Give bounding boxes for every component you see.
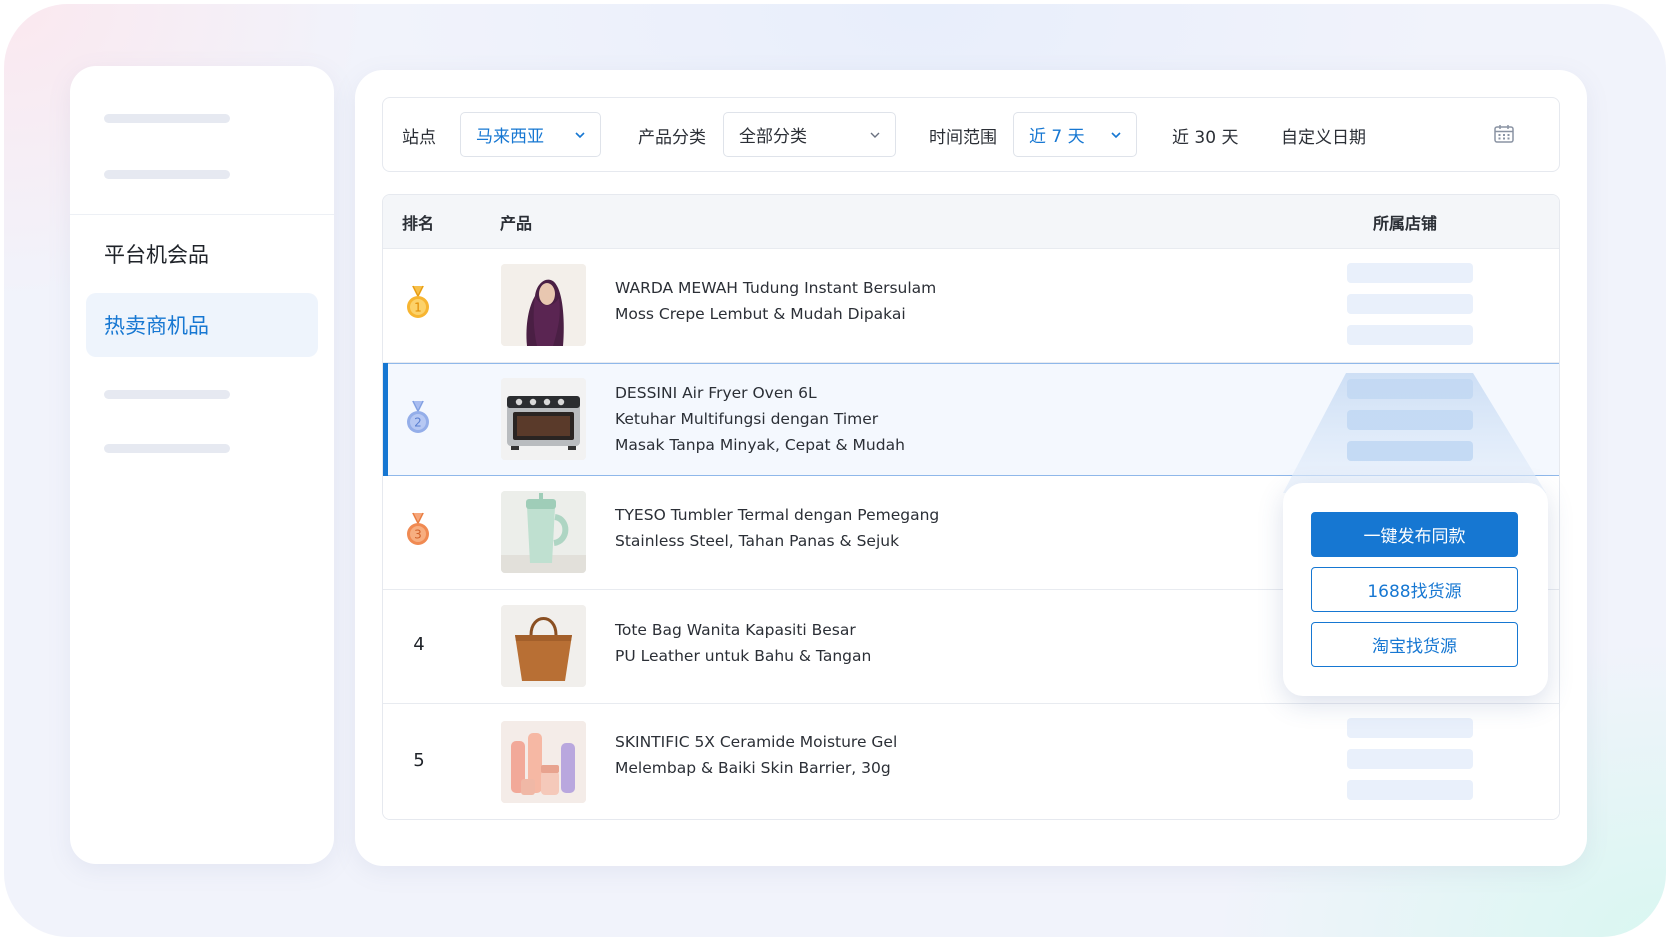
product-name-line: PU Leather untuk Bahu & Tangan xyxy=(615,647,872,665)
site-select[interactable]: 马来西亚 xyxy=(460,112,601,157)
site-label: 站点 xyxy=(402,128,436,148)
silver-medal-icon: 2 xyxy=(404,399,432,439)
product-image[interactable] xyxy=(501,264,586,346)
time-option-custom-date[interactable]: 自定义日期 xyxy=(1281,98,1366,173)
source-taobao-button[interactable]: 淘宝找货源 xyxy=(1311,622,1518,667)
header-product: 产品 xyxy=(500,214,533,233)
store-skeleton xyxy=(1347,441,1473,461)
main-panel: 站点 马来西亚 产品分类 全部分类 时间范围 近 7 天 近 30 天 自定义日… xyxy=(355,70,1587,866)
selected-row-indicator xyxy=(383,363,388,476)
sidebar-skeleton-line xyxy=(104,444,230,453)
chevron-down-icon xyxy=(870,130,880,139)
store-skeleton xyxy=(1347,410,1473,430)
sidebar-divider xyxy=(70,214,334,215)
sidebar-item-label: 热卖商机品 xyxy=(104,314,209,338)
header-store: 所属店铺 xyxy=(1373,214,1438,233)
source-1688-button[interactable]: 1688找货源 xyxy=(1311,567,1518,612)
product-image[interactable] xyxy=(501,378,586,460)
product-name-line: Melembap & Baiki Skin Barrier, 30g xyxy=(615,759,891,777)
store-skeleton xyxy=(1347,749,1473,769)
product-name-line: WARDA MEWAH Tudung Instant Bersulam xyxy=(615,279,937,297)
product-name-line: DESSINI Air Fryer Oven 6L xyxy=(615,384,817,402)
table-row[interactable]: 1 WARDA MEWAH Tudung Instant Bersulam Mo… xyxy=(383,249,1559,363)
product-name-line: Stainless Steel, Tahan Panas & Sejuk xyxy=(615,532,900,550)
chevron-down-icon xyxy=(575,130,585,139)
product-name[interactable]: DESSINI Air Fryer Oven 6L Ketuhar Multif… xyxy=(615,380,905,458)
svg-text:1: 1 xyxy=(414,301,422,315)
store-skeleton xyxy=(1347,718,1473,738)
sidebar: 平台机会品 热卖商机品 xyxy=(70,66,334,864)
sidebar-item-hot-selling[interactable]: 热卖商机品 xyxy=(86,293,318,357)
product-image[interactable] xyxy=(501,605,586,687)
time-option-30-days[interactable]: 近 30 天 xyxy=(1172,98,1238,173)
product-image[interactable] xyxy=(501,491,586,573)
publish-same-button[interactable]: 一键发布同款 xyxy=(1311,512,1518,557)
svg-text:3: 3 xyxy=(414,528,422,542)
store-skeleton xyxy=(1347,325,1473,345)
sidebar-skeleton-line xyxy=(104,170,230,179)
product-name[interactable]: TYESO Tumbler Termal dengan Pemegang Sta… xyxy=(615,502,939,554)
sidebar-skeleton-line xyxy=(104,114,230,123)
table-row[interactable]: 5 SKINTIFIC 5X Ceramide Moisture Gel Mel… xyxy=(383,704,1559,819)
product-name[interactable]: SKINTIFIC 5X Ceramide Moisture Gel Melem… xyxy=(615,729,897,781)
product-name-line: Moss Crepe Lembut & Mudah Dipakai xyxy=(615,305,906,323)
chevron-down-icon xyxy=(1111,130,1121,139)
product-image[interactable] xyxy=(501,721,586,803)
category-label: 产品分类 xyxy=(638,128,706,148)
sidebar-item-label: 平台机会品 xyxy=(104,243,209,267)
product-name-line: Tote Bag Wanita Kapasiti Besar xyxy=(615,621,856,639)
gold-medal-icon: 1 xyxy=(404,284,432,324)
product-name[interactable]: Tote Bag Wanita Kapasiti Besar PU Leathe… xyxy=(615,617,871,669)
store-skeleton xyxy=(1347,379,1473,399)
store-skeleton xyxy=(1347,263,1473,283)
product-name-line: TYESO Tumbler Termal dengan Pemegang xyxy=(615,506,940,524)
product-name-line: Masak Tanpa Minyak, Cepat & Mudah xyxy=(615,436,905,454)
bronze-medal-icon: 3 xyxy=(404,511,432,551)
table-row-selected[interactable]: 2 DESSINI Air Fryer Oven 6L Ketuhar Mult… xyxy=(383,363,1559,476)
time-range-label: 时间范围 xyxy=(929,128,997,148)
sidebar-skeleton-line xyxy=(104,390,230,399)
store-skeleton xyxy=(1347,294,1473,314)
filter-bar: 站点 马来西亚 产品分类 全部分类 时间范围 近 7 天 近 30 天 自定义日… xyxy=(382,97,1560,172)
svg-text:2: 2 xyxy=(414,416,422,430)
action-popup: 一键发布同款 1688找货源 淘宝找货源 xyxy=(1283,483,1548,696)
product-name-line: Ketuhar Multifungsi dengan Timer xyxy=(615,410,879,428)
time-range-select-value: 近 7 天 xyxy=(1029,127,1085,147)
site-select-value: 马来西亚 xyxy=(476,127,544,147)
product-name[interactable]: WARDA MEWAH Tudung Instant Bersulam Moss… xyxy=(615,275,936,327)
product-name-line: SKINTIFIC 5X Ceramide Moisture Gel xyxy=(615,733,898,751)
table-header: 排名 产品 所属店铺 xyxy=(383,195,1559,249)
sidebar-item-platform-opportunity[interactable]: 平台机会品 xyxy=(86,222,318,286)
category-select[interactable]: 全部分类 xyxy=(723,112,896,157)
store-skeleton xyxy=(1347,780,1473,800)
rank-number: 4 xyxy=(413,634,425,655)
calendar-icon[interactable] xyxy=(1493,123,1515,145)
category-select-value: 全部分类 xyxy=(739,127,807,147)
header-rank: 排名 xyxy=(402,214,435,233)
rank-number: 5 xyxy=(413,750,425,771)
time-range-select[interactable]: 近 7 天 xyxy=(1013,112,1137,157)
